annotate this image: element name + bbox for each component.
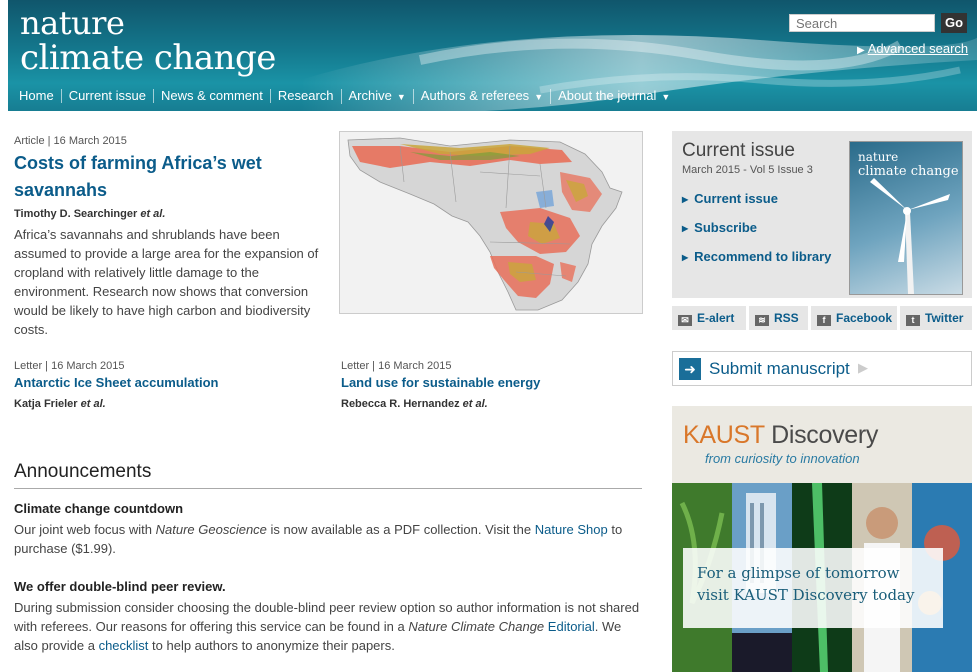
ad-title: KAUST Discovery (683, 421, 878, 450)
letter-1-author: Katja Frieler et al. (14, 398, 106, 410)
share-label: E-alert (697, 311, 735, 325)
current-issue-box: Current issue March 2015 - Vol 5 Issue 3… (672, 131, 972, 298)
nav-label: Research (277, 88, 334, 103)
ad-title-discovery: Discovery (771, 421, 879, 449)
share-label: RSS (774, 311, 799, 325)
announcements-heading: Announcements (14, 461, 642, 489)
nav-label: Archive (348, 87, 392, 103)
author-suffix: et al. (80, 398, 106, 410)
announcement-1-text: Our joint web focus with Nature Geoscien… (14, 520, 644, 558)
text: to help authors to anonymize their paper… (148, 638, 395, 653)
author-suffix: et al. (462, 398, 488, 410)
lead-article-author: Timothy D. Searchinger et al. (14, 208, 165, 220)
advanced-search-link[interactable]: ▶ Advanced search (857, 41, 968, 56)
nav-label: About the journal (558, 87, 657, 103)
text-emphasis: Nature Climate Change (408, 619, 545, 634)
kaust-discovery-ad[interactable]: KAUST Discovery from curiosity to innova… (672, 406, 972, 672)
letter-2-title[interactable]: Land use for sustainable energy (341, 375, 540, 390)
nav-label: Authors & referees (420, 87, 530, 103)
ad-line-2: visit KAUST Discovery today (697, 586, 915, 604)
advanced-search-label: Advanced search (867, 41, 969, 56)
nav-label: Current issue (68, 88, 146, 103)
nav-news-comment[interactable]: News & comment (153, 89, 270, 103)
triangle-right-icon: ▶ (682, 253, 689, 262)
envelope-icon: ✉ (678, 315, 692, 326)
lead-article-title[interactable]: Costs of farming Africa’s wet savannahs (14, 150, 324, 204)
author-name: Katja Frieler (14, 398, 78, 410)
nav-current-issue[interactable]: Current issue (60, 88, 153, 103)
chevron-down-icon: ▼ (396, 91, 406, 102)
main-nav: Home Current issue News & comment Resear… (19, 87, 677, 105)
triangle-right-icon: ▶ (682, 224, 689, 233)
current-issue-link[interactable]: ▶ Current issue (682, 191, 778, 206)
logo-nature[interactable]: nature (20, 4, 125, 42)
editorial-link[interactable]: Editorial (548, 619, 595, 634)
logo-climate-change[interactable]: climate change (20, 38, 276, 78)
link-label: Subscribe (694, 220, 758, 235)
facebook-icon: f (817, 315, 831, 326)
author-name: Rebecca R. Hernandez (341, 398, 460, 410)
nav-authors-referees[interactable]: Authors & referees ▼ (412, 87, 550, 104)
chevron-down-icon: ▼ (534, 91, 544, 102)
ad-subtitle: from curiosity to innovation (705, 451, 860, 466)
text: is now available as a PDF collection. Vi… (266, 522, 535, 537)
nav-label: Home (19, 88, 54, 103)
nav-research[interactable]: Research (269, 88, 341, 103)
rss-icon: ≋ (755, 315, 769, 326)
chevron-down-icon: ▼ (661, 91, 671, 102)
text: During submission consider choosing the … (14, 600, 640, 634)
ad-title-kaust: KAUST (683, 421, 765, 449)
twitter-icon: t (906, 315, 920, 326)
letter-1-meta: Letter | 16 March 2015 (14, 360, 125, 372)
submit-arrow-icon: ➜ (679, 358, 701, 380)
recommend-library-link[interactable]: ▶ Recommend to library (682, 249, 831, 264)
ad-message-box: For a glimpse of tomorrow visit KAUST Di… (683, 548, 943, 628)
subscribe-link[interactable]: ▶ Subscribe (682, 220, 757, 235)
arrow-right-icon: ▶ (857, 45, 865, 56)
current-issue-date: March 2015 - Vol 5 Issue 3 (682, 164, 813, 176)
africa-map-graphic (340, 132, 642, 313)
text-emphasis: Nature Geoscience (155, 522, 267, 537)
ad-line-1: For a glimpse of tomorrow (697, 564, 900, 582)
share-label: Facebook (836, 311, 893, 325)
triangle-right-icon: ▶ (682, 195, 689, 204)
link-label: Recommend to library (694, 249, 832, 264)
facebook-button[interactable]: f Facebook (811, 306, 897, 330)
rss-button[interactable]: ≋ RSS (749, 306, 808, 330)
lead-article-meta: Article | 16 March 2015 (14, 135, 127, 147)
nav-home[interactable]: Home (19, 89, 61, 103)
letter-1-title[interactable]: Antarctic Ice Sheet accumulation (14, 375, 218, 390)
journal-cover-image[interactable]: nature climate change (849, 141, 963, 295)
nature-shop-link[interactable]: Nature Shop (535, 522, 608, 537)
triangle-right-icon: ▶ (858, 360, 868, 375)
twitter-button[interactable]: t Twitter (900, 306, 972, 330)
announcement-1-title: Climate change countdown (14, 501, 184, 516)
africa-map-image[interactable] (339, 131, 643, 314)
submit-manuscript-label: Submit manuscript (709, 359, 850, 378)
lead-article-abstract: Africa’s savannahs and shrublands have b… (14, 227, 319, 337)
site-header: nature climate change Go ▶Advanced searc… (0, 0, 977, 111)
submit-manuscript-button[interactable]: ➜ Submit manuscript ▶ (672, 351, 972, 386)
wind-turbine-graphic (870, 178, 950, 294)
letter-2-meta: Letter | 16 March 2015 (341, 360, 452, 372)
e-alert-button[interactable]: ✉ E-alert (672, 306, 746, 330)
announcement-2-title: We offer double-blind peer review. (14, 579, 226, 594)
current-issue-heading: Current issue (682, 140, 795, 161)
share-label: Twitter (925, 311, 964, 325)
link-label: Current issue (694, 191, 778, 206)
search-go-button[interactable]: Go (941, 13, 967, 33)
checklist-link[interactable]: checklist (99, 638, 149, 653)
author-name: Timothy D. Searchinger (14, 208, 138, 220)
author-suffix: et al. (140, 208, 166, 220)
nav-label: News & comment (161, 88, 263, 103)
text: Our joint web focus with (14, 522, 156, 537)
announcement-2-text: During submission consider choosing the … (14, 598, 644, 655)
nav-about-journal[interactable]: About the journal ▼ (550, 87, 677, 104)
nav-archive[interactable]: Archive ▼ (340, 87, 413, 104)
letter-2-author: Rebecca R. Hernandez et al. (341, 398, 488, 410)
search-input[interactable] (789, 14, 935, 32)
